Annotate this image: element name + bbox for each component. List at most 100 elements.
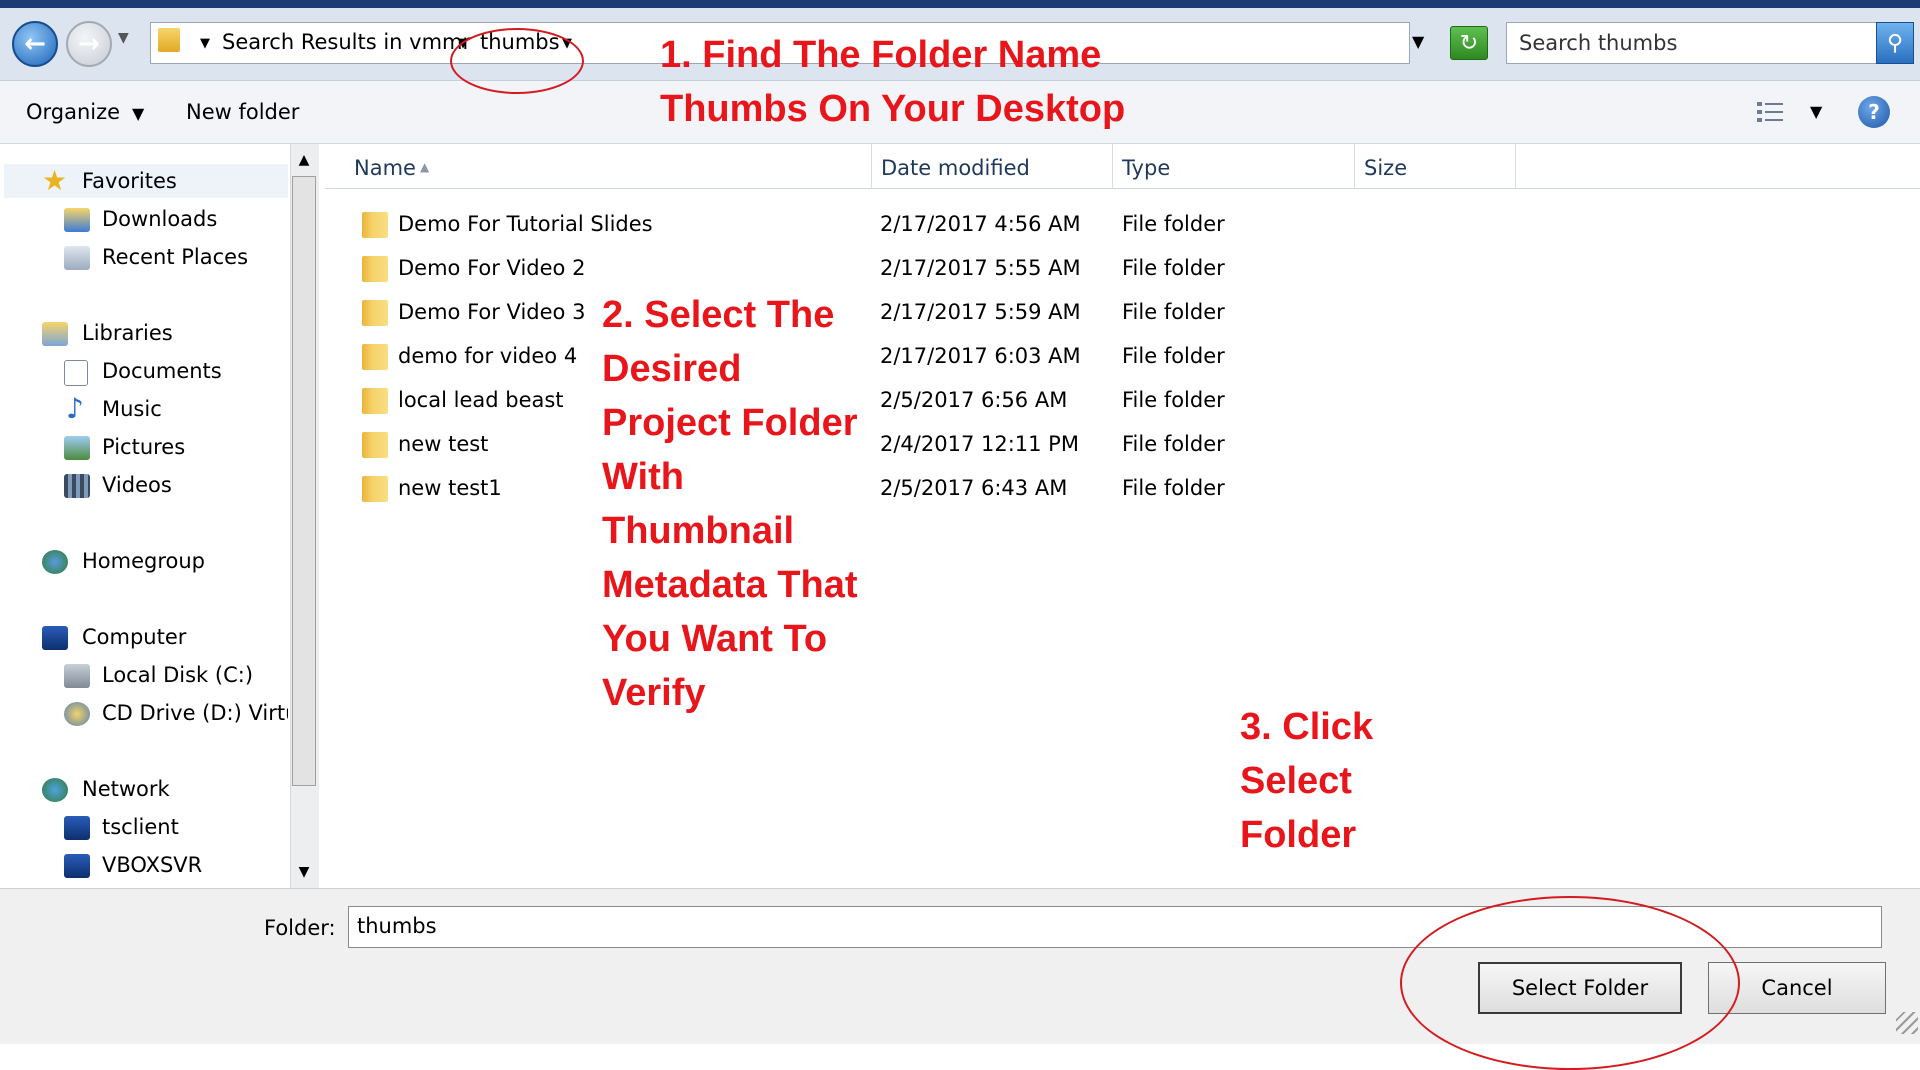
folder-input-value: thumbs	[357, 914, 437, 938]
annotation-line: Project Folder	[602, 402, 858, 444]
nav-music[interactable]: Music	[102, 397, 162, 421]
nav-computer[interactable]: Computer	[82, 625, 186, 649]
file-name: new test1	[398, 476, 502, 500]
organize-button[interactable]: Organize	[26, 100, 120, 124]
local-disk-icon	[64, 664, 90, 688]
file-name: Demo For Video 2	[398, 256, 586, 280]
folder-label: Folder:	[264, 916, 336, 940]
nav-favorites[interactable]: Favorites	[82, 169, 177, 193]
refresh-button[interactable]: ↻	[1450, 26, 1488, 60]
file-type: File folder	[1122, 432, 1225, 456]
view-details-icon[interactable]	[1756, 100, 1784, 124]
folder-icon	[158, 28, 180, 52]
chevron-down-icon[interactable]: ▼	[200, 36, 210, 51]
scrollbar-thumb[interactable]	[292, 176, 316, 786]
scroll-down-icon[interactable]: ▼	[290, 858, 318, 886]
help-icon[interactable]: ?	[1858, 96, 1890, 128]
highlight-circle-select-folder	[1400, 896, 1740, 1070]
back-button[interactable]: ←	[12, 21, 58, 67]
file-type: File folder	[1122, 388, 1225, 412]
recent-places-icon	[64, 246, 90, 270]
nav-tsclient[interactable]: tsclient	[102, 815, 179, 839]
file-date: 2/17/2017 5:55 AM	[880, 256, 1081, 280]
column-date-modified[interactable]: Date modified	[881, 156, 1030, 180]
folder-icon	[362, 256, 388, 282]
nav-local-disk[interactable]: Local Disk (C:)	[102, 663, 253, 687]
search-placeholder: Search thumbs	[1519, 31, 1678, 55]
file-type: File folder	[1122, 256, 1225, 280]
annotation-step1: 1. Find The Folder Name Thumbs On Your D…	[660, 28, 1125, 136]
search-icon: ⚲	[1886, 30, 1904, 56]
file-date: 2/17/2017 4:56 AM	[880, 212, 1081, 236]
annotation-line: You Want To	[602, 618, 828, 660]
refresh-icon: ↻	[1459, 30, 1479, 56]
annotation-step2: 2. Select The Desired Project Folder Wit…	[602, 288, 858, 720]
file-type: File folder	[1122, 212, 1225, 236]
annotation-line: Verify	[602, 672, 706, 714]
scroll-up-icon[interactable]: ▲	[290, 146, 318, 174]
arrow-right-icon: →	[78, 29, 100, 59]
column-divider[interactable]	[871, 144, 872, 188]
annotation-line: Desired	[602, 348, 742, 390]
nav-vboxsvr[interactable]: VBOXSVR	[102, 853, 202, 877]
tsclient-icon	[64, 816, 90, 840]
file-name: local lead beast	[398, 388, 564, 412]
network-icon	[42, 778, 68, 802]
address-dropdown-icon[interactable]: ▼	[1412, 32, 1424, 51]
column-divider[interactable]	[1515, 144, 1516, 188]
folder-icon	[362, 476, 388, 502]
new-folder-button[interactable]: New folder	[186, 100, 299, 124]
search-button[interactable]: ⚲	[1876, 22, 1914, 64]
nav-pictures[interactable]: Pictures	[102, 435, 185, 459]
forward-button[interactable]: →	[66, 21, 112, 67]
file-date: 2/5/2017 6:43 AM	[880, 476, 1068, 500]
libraries-icon	[42, 322, 68, 346]
folder-icon	[362, 388, 388, 414]
breadcrumb-search-results[interactable]: Search Results in vmmr	[222, 30, 471, 54]
pictures-icon	[64, 436, 90, 460]
highlight-circle-thumbs	[450, 28, 584, 94]
vboxsvr-icon	[64, 854, 90, 878]
annotation-line: 2. Select The	[602, 294, 835, 336]
file-date: 2/4/2017 12:11 PM	[880, 432, 1079, 456]
annotation-line: 1. Find The Folder Name	[660, 34, 1102, 76]
column-divider[interactable]	[1354, 144, 1355, 188]
nav-cd-drive-clip: CD Drive (D:) Virtu	[102, 701, 288, 725]
annotation-line: With	[602, 456, 684, 498]
column-divider[interactable]	[1112, 144, 1113, 188]
folder-icon	[362, 432, 388, 458]
nav-videos[interactable]: Videos	[102, 473, 172, 497]
downloads-icon	[64, 208, 90, 232]
sort-ascending-icon: ▲	[420, 160, 430, 174]
file-type: File folder	[1122, 300, 1225, 324]
nav-documents[interactable]: Documents	[102, 359, 222, 383]
videos-icon	[64, 474, 90, 498]
star-icon: ★	[42, 164, 68, 197]
nav-recent-places[interactable]: Recent Places	[102, 245, 248, 269]
column-name[interactable]: Name	[354, 156, 416, 180]
folder-icon	[362, 300, 388, 326]
file-name: Demo For Tutorial Slides	[398, 212, 653, 236]
nav-downloads[interactable]: Downloads	[102, 207, 217, 231]
chevron-down-icon[interactable]: ▼	[132, 104, 144, 123]
search-input[interactable]: Search thumbs	[1506, 22, 1878, 64]
column-type[interactable]: Type	[1122, 156, 1170, 180]
column-size[interactable]: Size	[1364, 156, 1407, 180]
history-dropdown-icon[interactable]: ▼	[118, 30, 129, 46]
nav-libraries[interactable]: Libraries	[82, 321, 173, 345]
view-dropdown-icon[interactable]: ▼	[1810, 102, 1822, 121]
resize-grip-icon[interactable]	[1896, 1012, 1918, 1034]
cd-drive-icon	[64, 702, 90, 726]
nav-network[interactable]: Network	[82, 777, 170, 801]
window-title-strip	[0, 0, 1920, 8]
annotation-line: Metadata That	[602, 564, 858, 606]
file-date: 2/17/2017 6:03 AM	[880, 344, 1081, 368]
file-date: 2/5/2017 6:56 AM	[880, 388, 1068, 412]
annotation-step3: 3. Click Select Folder	[1240, 700, 1373, 862]
music-icon: ♪	[66, 392, 84, 425]
nav-homegroup[interactable]: Homegroup	[82, 549, 205, 573]
nav-cd-drive[interactable]: CD Drive (D:) Virtu	[102, 701, 288, 725]
annotation-line: 3. Click	[1240, 706, 1374, 748]
documents-icon	[64, 360, 88, 386]
arrow-left-icon: ←	[24, 29, 46, 59]
